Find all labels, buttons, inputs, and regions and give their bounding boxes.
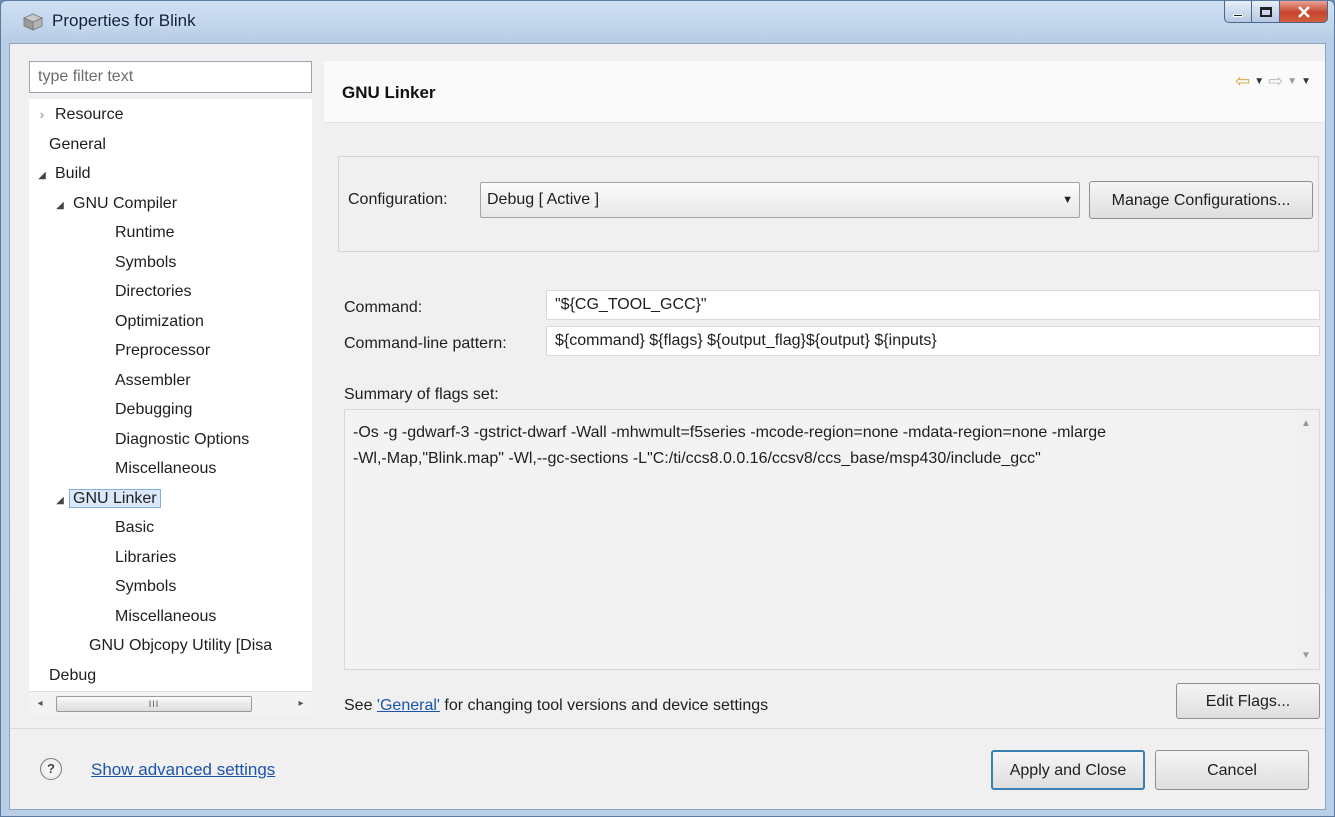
maximize-button[interactable] bbox=[1252, 1, 1280, 23]
tree-item-label: Preprocessor bbox=[115, 342, 211, 359]
tree-item[interactable]: ◢ GNU Linker bbox=[53, 485, 161, 513]
scroll-right-icon[interactable]: ▸ bbox=[294, 696, 308, 712]
tree-item-label: Diagnostic Options bbox=[115, 430, 250, 448]
summary-vertical-scrollbar[interactable]: ▲ ▼ bbox=[1297, 410, 1319, 669]
summary-flags-text: -Os -g -gdwarf-3 -gstrict-dwarf -Wall -m… bbox=[353, 424, 1107, 467]
tree-item[interactable]: Libraries bbox=[115, 544, 176, 572]
window-title: Properties for Blink bbox=[52, 11, 196, 30]
tree-horizontal-scrollbar[interactable]: ◂ III ▸ bbox=[29, 691, 312, 715]
tree-item-label: Resource bbox=[55, 106, 124, 123]
general-hint: See 'General' for changing tool versions… bbox=[344, 697, 768, 715]
tree-item[interactable]: GNU Objcopy Utility [Disa bbox=[89, 632, 272, 660]
tree-item-label: Build bbox=[55, 165, 91, 182]
tree-item-label: Libraries bbox=[115, 548, 177, 566]
app-icon bbox=[23, 13, 43, 31]
forward-dropdown-icon[interactable]: ▼ bbox=[1287, 76, 1297, 87]
command-line-pattern-label: Command-line pattern: bbox=[344, 335, 507, 352]
cancel-button[interactable]: Cancel bbox=[1155, 750, 1309, 790]
summary-flags-box[interactable]: -Os -g -gdwarf-3 -gstrict-dwarf -Wall -m… bbox=[344, 409, 1320, 670]
scroll-down-icon[interactable]: ▼ bbox=[1301, 650, 1311, 661]
tree-item-label: GNU Objcopy Utility [Disa bbox=[89, 637, 273, 654]
tree-item-label: Runtime bbox=[115, 224, 175, 241]
tree-item[interactable]: Debug bbox=[49, 662, 96, 690]
configuration-value: Debug [ Active ] bbox=[487, 191, 600, 208]
chevron-down-icon: ▼ bbox=[1062, 194, 1073, 206]
page-header: GNU Linker ⇦ ▼ ⇨ ▼ ▼ bbox=[324, 61, 1325, 123]
command-field[interactable]: "${CG_TOOL_GCC}" bbox=[546, 290, 1320, 320]
scroll-up-icon[interactable]: ▲ bbox=[1301, 418, 1311, 429]
hint-suffix: for changing tool versions and device se… bbox=[439, 697, 769, 714]
command-label: Command: bbox=[344, 299, 423, 316]
page-navigation: ⇦ ▼ ⇨ ▼ ▼ bbox=[1235, 71, 1311, 92]
tree-item[interactable]: Optimization bbox=[115, 308, 204, 336]
view-menu-icon[interactable]: ▼ bbox=[1301, 76, 1311, 87]
tree-item[interactable]: › Resource bbox=[35, 101, 124, 129]
tree-item-label: Optimization bbox=[115, 312, 204, 330]
tree-item-label: General bbox=[49, 135, 106, 153]
tree-item[interactable]: Miscellaneous bbox=[115, 455, 216, 483]
properties-dialog: Properties for Blink ›ResourceGeneral◢Bu… bbox=[0, 0, 1335, 817]
tree-item-label: Debugging bbox=[115, 401, 193, 418]
help-icon[interactable]: ? bbox=[40, 758, 62, 780]
tree-item[interactable]: Directories bbox=[115, 278, 191, 306]
close-icon bbox=[1297, 5, 1310, 18]
maximize-icon bbox=[1259, 6, 1272, 17]
tree-item[interactable]: ◢ GNU Compiler bbox=[53, 190, 177, 218]
collapsed-chevron-icon[interactable]: › bbox=[35, 101, 49, 129]
manage-configurations-button[interactable]: Manage Configurations... bbox=[1089, 181, 1313, 219]
close-button[interactable] bbox=[1280, 1, 1328, 23]
title-bar[interactable]: Properties for Blink bbox=[1, 1, 1334, 43]
hint-prefix: See bbox=[344, 697, 377, 714]
tree-item[interactable]: ◢ Build bbox=[35, 160, 91, 190]
tree-item[interactable]: Preprocessor bbox=[115, 337, 210, 365]
scroll-left-icon[interactable]: ◂ bbox=[33, 696, 47, 712]
tree-item[interactable]: Debugging bbox=[115, 396, 192, 424]
footer-divider bbox=[10, 728, 1325, 729]
expanded-triangle-icon[interactable]: ◢ bbox=[53, 192, 67, 220]
back-dropdown-icon[interactable]: ▼ bbox=[1254, 76, 1264, 87]
tree-item-label: Basic bbox=[115, 519, 155, 536]
edit-flags-button[interactable]: Edit Flags... bbox=[1176, 683, 1320, 719]
tree-item-label: Symbols bbox=[115, 253, 177, 271]
configuration-select[interactable]: Debug [ Active ] ▼ bbox=[480, 182, 1080, 218]
tree-item[interactable]: Diagnostic Options bbox=[115, 426, 249, 454]
filter-input[interactable] bbox=[29, 61, 312, 93]
window-controls bbox=[1224, 1, 1328, 23]
tree-item-label: Directories bbox=[115, 283, 192, 300]
expanded-triangle-icon[interactable]: ◢ bbox=[35, 162, 49, 190]
tree-item-label: Miscellaneous bbox=[115, 607, 217, 625]
tree-item-label: GNU Compiler bbox=[73, 194, 178, 212]
property-page-tree: › Resource General ◢ Build ◢ GNU Compiler Runti… bbox=[29, 99, 312, 691]
show-advanced-settings-link[interactable]: Show advanced settings bbox=[91, 760, 275, 780]
tree-item[interactable]: Symbols bbox=[115, 573, 176, 601]
configuration-label: Configuration: bbox=[348, 191, 448, 208]
tree-item-label: GNU Linker bbox=[69, 488, 161, 508]
tree-item-label: Miscellaneous bbox=[115, 460, 217, 477]
apply-and-close-button[interactable]: Apply and Close bbox=[991, 750, 1145, 790]
tree-item[interactable]: Miscellaneous bbox=[115, 603, 216, 631]
general-link[interactable]: 'General' bbox=[377, 697, 440, 714]
page-body: Configuration: Debug [ Active ] ▼ Manage… bbox=[324, 124, 1325, 728]
tree-item-label: Assembler bbox=[115, 371, 191, 389]
tree-item-label: Debug bbox=[49, 666, 97, 684]
tree-item[interactable]: General bbox=[49, 131, 106, 159]
tree-item-label: Symbols bbox=[115, 578, 177, 595]
forward-arrow-icon[interactable]: ⇨ bbox=[1268, 71, 1283, 92]
expanded-triangle-icon[interactable]: ◢ bbox=[53, 487, 67, 515]
dialog-client-area: ›ResourceGeneral◢Build◢GNU CompilerRunti… bbox=[9, 43, 1326, 810]
minimize-button[interactable] bbox=[1224, 1, 1252, 23]
page-title: GNU Linker bbox=[342, 83, 436, 102]
tree-item[interactable]: Symbols bbox=[115, 249, 176, 277]
tree-item[interactable]: Runtime bbox=[115, 219, 175, 247]
scroll-thumb[interactable]: III bbox=[56, 696, 252, 712]
command-line-pattern-field[interactable]: ${command} ${flags} ${output_flag}${outp… bbox=[546, 326, 1320, 356]
back-arrow-icon[interactable]: ⇦ bbox=[1235, 71, 1250, 92]
tree-item[interactable]: Basic bbox=[115, 514, 154, 542]
tree-item[interactable]: Assembler bbox=[115, 367, 191, 395]
minimize-icon bbox=[1233, 14, 1243, 17]
configuration-group: Configuration: Debug [ Active ] ▼ Manage… bbox=[338, 156, 1319, 252]
summary-label: Summary of flags set: bbox=[344, 386, 499, 403]
